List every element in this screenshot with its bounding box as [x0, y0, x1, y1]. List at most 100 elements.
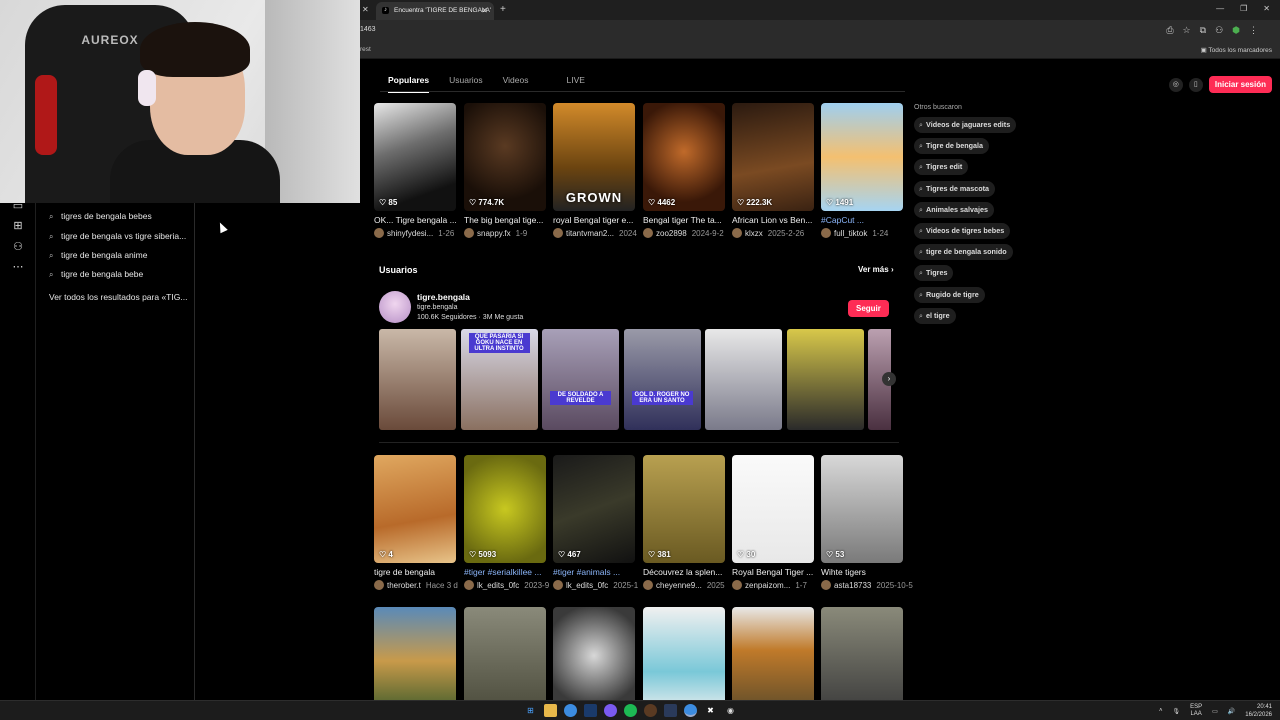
video-title[interactable]: tigre de bengala — [374, 567, 456, 577]
video-card[interactable]: ♡ 53 Wihte tigers asta18733 2025-10-5 — [821, 455, 913, 590]
video-title[interactable]: Royal Bengal Tiger ... — [732, 567, 814, 577]
avatar[interactable] — [553, 228, 563, 238]
video-thumbnail[interactable] — [732, 607, 814, 700]
suggestion-item[interactable]: ⌕ tigre de bengala bebe — [49, 269, 143, 280]
close-icon[interactable]: ✕ — [362, 5, 369, 14]
video-thumbnail[interactable]: ♡ 4 — [374, 455, 456, 563]
username[interactable]: full_tiktok — [834, 229, 867, 238]
user-video-thumbnail[interactable] — [786, 329, 864, 430]
username[interactable]: cheyenne9... — [656, 581, 702, 590]
video-thumbnail[interactable]: ♡ 222.3K — [732, 103, 814, 211]
video-thumbnail[interactable]: ♡ 1491 — [821, 103, 903, 211]
video-card[interactable]: ♡ 467 #tiger #animals ... lk_edits_0fc 2025… — [553, 455, 638, 590]
video-thumbnail[interactable]: ♡ 774.7K — [464, 103, 546, 211]
video-thumbnail[interactable] — [643, 607, 725, 700]
chrome-icon[interactable] — [684, 704, 697, 717]
video-title[interactable]: royal Bengal tiger e... — [553, 215, 635, 225]
video-thumbnail[interactable]: GROWN — [553, 103, 635, 211]
video-title[interactable]: #tiger #animals ... — [553, 567, 635, 577]
volume-icon[interactable]: 🔊 — [1228, 708, 1235, 715]
phone-icon[interactable]: ▯ — [1188, 77, 1203, 92]
clock[interactable]: 20:41 16/2/2026 — [1245, 703, 1272, 719]
menu-icon[interactable]: ⋮ — [1249, 25, 1258, 36]
chrome-icon[interactable] — [564, 704, 577, 717]
username[interactable]: therober.t — [387, 581, 421, 590]
video-card[interactable]: ♡ 85 OK... Tigre bengala ... shinyfydesi..… — [374, 103, 456, 238]
see-more-link[interactable]: Ver más › — [858, 265, 894, 274]
extensions-icon[interactable]: ⧉ — [1200, 25, 1206, 36]
video-thumbnail[interactable] — [553, 607, 635, 700]
related-search-chip[interactable]: ⌕ Tigres de mascota — [914, 180, 996, 197]
video-card[interactable]: GROWN royal Bengal tiger e... titantvman2.… — [553, 103, 637, 238]
file-explorer-icon[interactable] — [544, 704, 557, 717]
username[interactable]: shinyfydesi... — [387, 229, 433, 238]
video-thumbnail[interactable]: ♡ 467 — [553, 455, 635, 563]
avatar[interactable] — [643, 228, 653, 238]
related-search-chip[interactable]: ⌕ Tigre de bengala — [914, 138, 990, 155]
maximize-icon[interactable]: ❐ — [1240, 4, 1247, 13]
video-title[interactable]: Wihte tigers — [821, 567, 903, 577]
video-title[interactable]: Découvrez la splen... — [643, 567, 725, 577]
username[interactable]: zoo2898 — [656, 229, 687, 238]
video-card[interactable]: ♡ 222.3K African Lion vs Ben... klxzx 2025-… — [732, 103, 814, 238]
video-card[interactable] — [821, 607, 903, 700]
user-name[interactable]: tigre.bengala — [417, 292, 470, 302]
avatar[interactable] — [374, 580, 384, 590]
username[interactable]: klxzx — [745, 229, 763, 238]
avatar[interactable] — [379, 291, 411, 323]
related-search-chip[interactable]: ⌕ Videos de tigres bebes — [914, 222, 1011, 239]
video-title[interactable]: #tiger #serialkillee ... — [464, 567, 546, 577]
capcut-icon[interactable]: ✖ — [704, 704, 717, 717]
video-card[interactable] — [643, 607, 725, 700]
username[interactable]: zenpaizom... — [745, 581, 790, 590]
avatar[interactable] — [464, 580, 474, 590]
url-field[interactable]: 1463 — [360, 26, 376, 33]
related-search-chip[interactable]: ⌕ Tigres edit — [914, 159, 969, 176]
username[interactable]: snappy.fx — [477, 229, 511, 238]
coin-icon[interactable]: ◎ — [1168, 77, 1183, 92]
video-card[interactable]: ♡ 5093 #tiger #serialkillee ... lk_edits_0… — [464, 455, 549, 590]
video-card[interactable] — [464, 607, 546, 700]
user-video-thumbnail[interactable] — [705, 329, 782, 430]
user-video-thumbnail[interactable]: DE SOLDADO A REVELDE — [542, 329, 619, 430]
avatar[interactable] — [643, 580, 653, 590]
video-title[interactable]: African Lion vs Ben... — [732, 215, 814, 225]
windows-start-icon[interactable]: ⊞ — [524, 704, 537, 717]
video-card[interactable]: ♡ 30 Royal Bengal Tiger ... zenpaizom... 1-… — [732, 455, 814, 590]
spotify-icon[interactable] — [624, 704, 637, 717]
user-video-thumbnail[interactable] — [379, 329, 456, 430]
follow-button[interactable]: Seguir — [848, 300, 889, 317]
related-search-chip[interactable]: ⌕ Rugido de tigre — [914, 286, 985, 303]
network-icon[interactable]: ▭ — [1212, 708, 1218, 715]
steam-icon[interactable] — [664, 704, 677, 717]
new-tab-icon[interactable]: + — [500, 4, 506, 15]
suggestion-item[interactable]: ⌕ tigre de bengala vs tigre siberia... — [49, 231, 186, 242]
video-card[interactable]: ♡ 774.7K The big bengal tige... snappy.fx 1… — [464, 103, 546, 238]
username[interactable]: lk_edits_0fc — [566, 581, 608, 590]
all-bookmarks-folder[interactable]: ▣ Todos los marcadores — [1201, 46, 1272, 54]
install-icon[interactable]: ⎙ — [1166, 25, 1173, 36]
video-title[interactable]: #CapCut ... — [821, 215, 903, 225]
video-thumbnail[interactable] — [374, 607, 456, 700]
upload-icon[interactable]: ⊞ — [11, 219, 25, 233]
video-card[interactable]: ♡ 1491 #CapCut ... full_tiktok 1-24 — [821, 103, 903, 238]
avatar[interactable] — [553, 580, 563, 590]
profile-icon[interactable]: ⚇ — [1215, 25, 1223, 36]
video-thumbnail[interactable]: ♡ 4462 — [643, 103, 725, 211]
avatar[interactable] — [464, 228, 474, 238]
video-card[interactable]: ♡ 4 tigre de bengala therober.t Hace 3 d — [374, 455, 458, 590]
related-search-chip[interactable]: ⌕ el tigre — [914, 307, 956, 324]
bookmark-star-icon[interactable]: ☆ — [1183, 25, 1191, 36]
user-video-thumbnail[interactable]: GOL D. ROGER NO ERA UN SANTO — [623, 329, 701, 430]
avatar[interactable] — [374, 228, 384, 238]
video-thumbnail[interactable]: ♡ 85 — [374, 103, 456, 211]
related-search-chip[interactable]: ⌕ Videos de jaguares edits — [914, 117, 1017, 133]
discord-icon[interactable] — [604, 704, 617, 717]
video-title[interactable]: OK... Tigre bengala ... — [374, 215, 456, 225]
video-card[interactable]: ♡ 4462 Bengal tiger The ta... zoo2898 2024-… — [643, 103, 725, 238]
close-window-icon[interactable]: ✕ — [1263, 4, 1270, 13]
steam-icon[interactable] — [584, 704, 597, 717]
suggestion-item[interactable]: ⌕ tigres de bengala bebes — [49, 211, 152, 222]
video-card[interactable]: ♡ 381 Découvrez la splen... cheyenne9... 20… — [643, 455, 725, 590]
username[interactable]: lk_edits_0fc — [477, 581, 519, 590]
